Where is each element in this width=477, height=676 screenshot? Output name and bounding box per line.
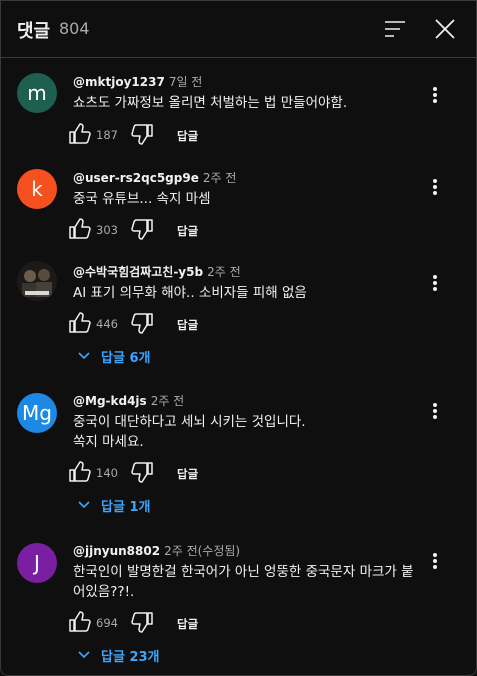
author-name[interactable]: @jjnyun8802 — [73, 544, 160, 558]
thumb-down-icon[interactable] — [129, 609, 155, 635]
chevron-down-icon — [78, 352, 90, 360]
thumb-down-icon[interactable] — [129, 459, 155, 485]
comment-author[interactable]: @수박국힘검짜고친-y5b 2주 전 — [73, 263, 241, 280]
reply-button[interactable]: 답글 — [177, 317, 198, 333]
thumb-up-icon[interactable] — [67, 459, 93, 485]
reply-button[interactable]: 답글 — [177, 223, 198, 239]
more-vert-icon[interactable] — [425, 549, 445, 573]
reply-button[interactable]: 답글 — [177, 466, 198, 482]
comment-time[interactable]: 2주 전(수정됨) — [164, 544, 240, 558]
view-replies-button[interactable]: 답글 23개 — [73, 643, 183, 667]
thumb-down-icon[interactable] — [129, 310, 155, 336]
comment-text: 중국이 대단하다고 세뇌 시키는 것입니다. 쏙지 마세요. — [73, 414, 306, 450]
comment-text: 중국 유튜브... 속지 마셈 — [73, 191, 211, 207]
like-count: 140 — [96, 466, 118, 480]
comment-time[interactable]: 7일 전 — [169, 75, 203, 89]
author-name[interactable]: @mktjoy1237 — [73, 75, 165, 89]
thumb-up-icon[interactable] — [67, 121, 93, 147]
replies-label: 답글 23개 — [101, 650, 160, 665]
comment-text: 쇼츠도 가짜정보 올리면 처벌하는 법 만들어야함. — [73, 95, 348, 111]
avatar[interactable]: J — [17, 543, 57, 583]
more-vert-icon[interactable] — [425, 83, 445, 107]
comment-author[interactable]: @mktjoy1237 7일 전 — [73, 73, 202, 90]
more-vert-icon[interactable] — [425, 399, 445, 423]
chevron-down-icon — [78, 651, 90, 659]
thumb-up-icon[interactable] — [67, 216, 93, 242]
sort-icon[interactable] — [381, 15, 409, 43]
more-vert-icon[interactable] — [425, 175, 445, 199]
comments-count: 804 — [59, 19, 90, 38]
avatar[interactable]: Mg — [17, 393, 57, 433]
like-count: 303 — [96, 223, 118, 237]
avatar-letter: k — [31, 177, 43, 201]
comment-time[interactable]: 2주 전 — [203, 171, 237, 185]
comments-header: 댓글 804 — [1, 1, 476, 58]
comment-text: 한국인이 발명한걸 한국어가 아닌 엉뚱한 중국문자 마크가 붙어있음??!. — [73, 564, 414, 600]
avatar-letter: m — [27, 81, 47, 105]
comment-time[interactable]: 2주 전 — [207, 265, 241, 279]
author-name[interactable]: @user-rs2qc5gp9e — [73, 171, 199, 185]
thumb-up-icon[interactable] — [67, 609, 93, 635]
thumb-down-icon[interactable] — [129, 121, 155, 147]
comment-time[interactable]: 2주 전 — [151, 394, 185, 408]
more-vert-icon[interactable] — [425, 271, 445, 295]
avatar-letter: Mg — [22, 401, 52, 425]
reply-button[interactable]: 답글 — [177, 616, 198, 632]
avatar[interactable]: k — [17, 169, 57, 209]
view-replies-button[interactable]: 답글 6개 — [73, 344, 173, 368]
like-count: 446 — [96, 317, 118, 331]
avatar-photo[interactable] — [17, 261, 57, 301]
avatar-letter: J — [34, 551, 40, 575]
reply-button[interactable]: 답글 — [177, 128, 198, 144]
comment-author[interactable]: @user-rs2qc5gp9e 2주 전 — [73, 169, 236, 186]
chevron-down-icon — [78, 501, 90, 509]
like-count: 187 — [96, 128, 118, 142]
avatar[interactable]: m — [17, 73, 57, 113]
replies-label: 답글 6개 — [101, 351, 151, 366]
comment-author[interactable]: @Mg-kd4js 2주 전 — [73, 392, 184, 409]
like-count: 694 — [96, 616, 118, 630]
comment-text: AI 표기 의무화 해야.. 소비자들 피해 없음 — [73, 285, 307, 301]
close-icon[interactable] — [431, 15, 459, 43]
thumb-up-icon[interactable] — [67, 310, 93, 336]
comments-panel: 댓글 804 m @mktjoy1237 7일 전 쇼츠도 가짜정보 올리면 처벌… — [0, 0, 477, 676]
comments-title: 댓글 — [17, 21, 51, 42]
author-name[interactable]: @수박국힘검짜고친-y5b — [73, 265, 203, 279]
replies-label: 답글 1개 — [101, 500, 151, 515]
author-name[interactable]: @Mg-kd4js — [73, 394, 147, 408]
thumb-down-icon[interactable] — [129, 216, 155, 242]
view-replies-button[interactable]: 답글 1개 — [73, 493, 173, 517]
comment-author[interactable]: @jjnyun8802 2주 전(수정됨) — [73, 542, 240, 559]
